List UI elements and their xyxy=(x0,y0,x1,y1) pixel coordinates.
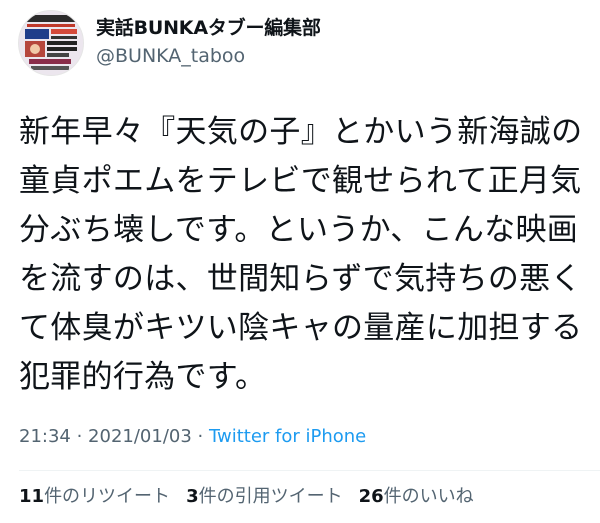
tweet-text-line: 犯罪的行為です。 xyxy=(19,359,267,395)
likes-count: 26 xyxy=(358,486,384,507)
avatar[interactable] xyxy=(18,10,84,76)
tweet-card: 実話BUNKAタブー編集部 @BUNKA_taboo 新年早々『天気の子』とかい… xyxy=(0,0,600,523)
tweet-meta: 21:34 · 2021/01/03 · Twitter for iPhone xyxy=(19,424,366,450)
divider xyxy=(19,470,600,471)
quotes-stat[interactable]: 3件の引用ツイート xyxy=(186,484,343,510)
tweet-stats: 11件のリツイート 3件の引用ツイート 26件のいいね xyxy=(19,484,490,510)
user-names: 実話BUNKAタブー編集部 @BUNKA_taboo xyxy=(96,16,321,68)
quotes-count: 3 xyxy=(186,486,199,507)
user-handle[interactable]: @BUNKA_taboo xyxy=(96,44,321,68)
retweets-stat[interactable]: 11件のリツイート xyxy=(19,484,170,510)
tweet-text-line: て体臭がキツい陰キャの量産に加担する xyxy=(19,310,583,346)
meta-separator: · xyxy=(191,426,209,447)
retweets-count: 11 xyxy=(19,486,45,507)
tweet-text: 新年早々『天気の子』とかいう新海誠の 童貞ポエムをテレビで観せられて正月気 分ぶ… xyxy=(19,108,589,402)
retweets-label: 件のリツイート xyxy=(44,486,171,507)
likes-label: 件のいいね xyxy=(383,486,474,507)
magazine-cover-icon xyxy=(19,11,83,75)
meta-separator: · xyxy=(70,426,89,447)
tweet-date[interactable]: 2021/01/03 xyxy=(88,426,192,447)
tweet-text-line: を流すのは、世間知らずで気持ちの悪く xyxy=(19,261,582,297)
display-name[interactable]: 実話BUNKAタブー編集部 xyxy=(96,16,321,40)
tweet-text-line: 童貞ポエムをテレビで観せられて正月気 xyxy=(19,163,582,199)
likes-stat[interactable]: 26件のいいね xyxy=(359,484,474,510)
tweet-header: 実話BUNKAタブー編集部 @BUNKA_taboo xyxy=(18,10,321,76)
tweet-text-line: 新年早々『天気の子』とかいう新海誠の xyxy=(19,114,583,150)
tweet-time[interactable]: 21:34 xyxy=(19,426,71,447)
tweet-source-link[interactable]: Twitter for iPhone xyxy=(209,426,366,447)
tweet-text-line: 分ぶち壊しです。というか、こんな映画 xyxy=(19,212,579,248)
quotes-label: 件の引用ツイート xyxy=(198,486,343,507)
